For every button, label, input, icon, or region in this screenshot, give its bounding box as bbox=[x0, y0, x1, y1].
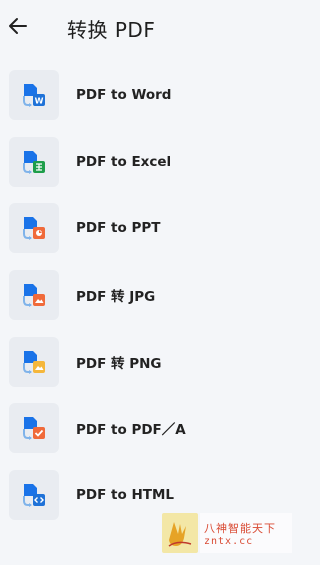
watermark-logo bbox=[162, 513, 198, 553]
item-label: PDF 转 PNG bbox=[76, 355, 162, 372]
arrow-left-icon bbox=[9, 18, 27, 34]
conversion-list: W PDF to Word PDF to Excel PDF to PPT PD… bbox=[0, 62, 304, 528]
pdf-to-pdfa-icon bbox=[23, 417, 45, 441]
tile bbox=[9, 270, 59, 321]
pdf-to-png-icon bbox=[23, 350, 45, 374]
item-label: PDF to HTML bbox=[76, 486, 174, 503]
back-button[interactable] bbox=[6, 14, 30, 38]
item-label: PDF to Word bbox=[76, 87, 172, 104]
tile: W bbox=[9, 70, 59, 121]
list-item-pdf-to-excel[interactable]: PDF to Excel bbox=[0, 129, 304, 196]
word-badge-glyph: W bbox=[35, 97, 44, 106]
item-label: PDF 转 JPG bbox=[76, 289, 156, 306]
watermark-line2: zntx.cc bbox=[204, 535, 254, 547]
item-label: PDF to PDF／A bbox=[76, 422, 186, 439]
item-label: PDF to Excel bbox=[76, 153, 172, 170]
page-title: 转换 PDF bbox=[67, 18, 156, 42]
pdf-to-html-icon bbox=[23, 483, 45, 507]
watermark: 八神智能天下 zntx.cc bbox=[162, 513, 292, 553]
watermark-line1: 八神智能天下 bbox=[204, 521, 276, 535]
tile bbox=[9, 403, 59, 454]
hand-icon bbox=[168, 522, 192, 547]
pdf-to-word-icon: W bbox=[23, 84, 45, 108]
tile bbox=[9, 336, 59, 387]
pdf-to-excel-icon bbox=[23, 150, 45, 174]
list-item-pdf-to-jpg[interactable]: PDF 转 JPG bbox=[0, 262, 304, 329]
pdf-to-jpg-icon bbox=[23, 284, 45, 308]
app-header: 转换 PDF bbox=[0, 0, 304, 56]
list-item-pdf-to-pdfa[interactable]: PDF to PDF／A bbox=[0, 395, 304, 462]
list-item-pdf-to-word[interactable]: W PDF to Word bbox=[0, 62, 304, 129]
pdf-to-ppt-icon bbox=[23, 217, 45, 241]
tile bbox=[9, 136, 59, 187]
list-item-pdf-to-ppt[interactable]: PDF to PPT bbox=[0, 195, 304, 262]
item-label: PDF to PPT bbox=[76, 220, 161, 237]
watermark-text: 八神智能天下 zntx.cc bbox=[200, 513, 292, 553]
list-item-pdf-to-png[interactable]: PDF 转 PNG bbox=[0, 328, 304, 395]
tile bbox=[9, 203, 59, 254]
tile bbox=[9, 469, 59, 520]
